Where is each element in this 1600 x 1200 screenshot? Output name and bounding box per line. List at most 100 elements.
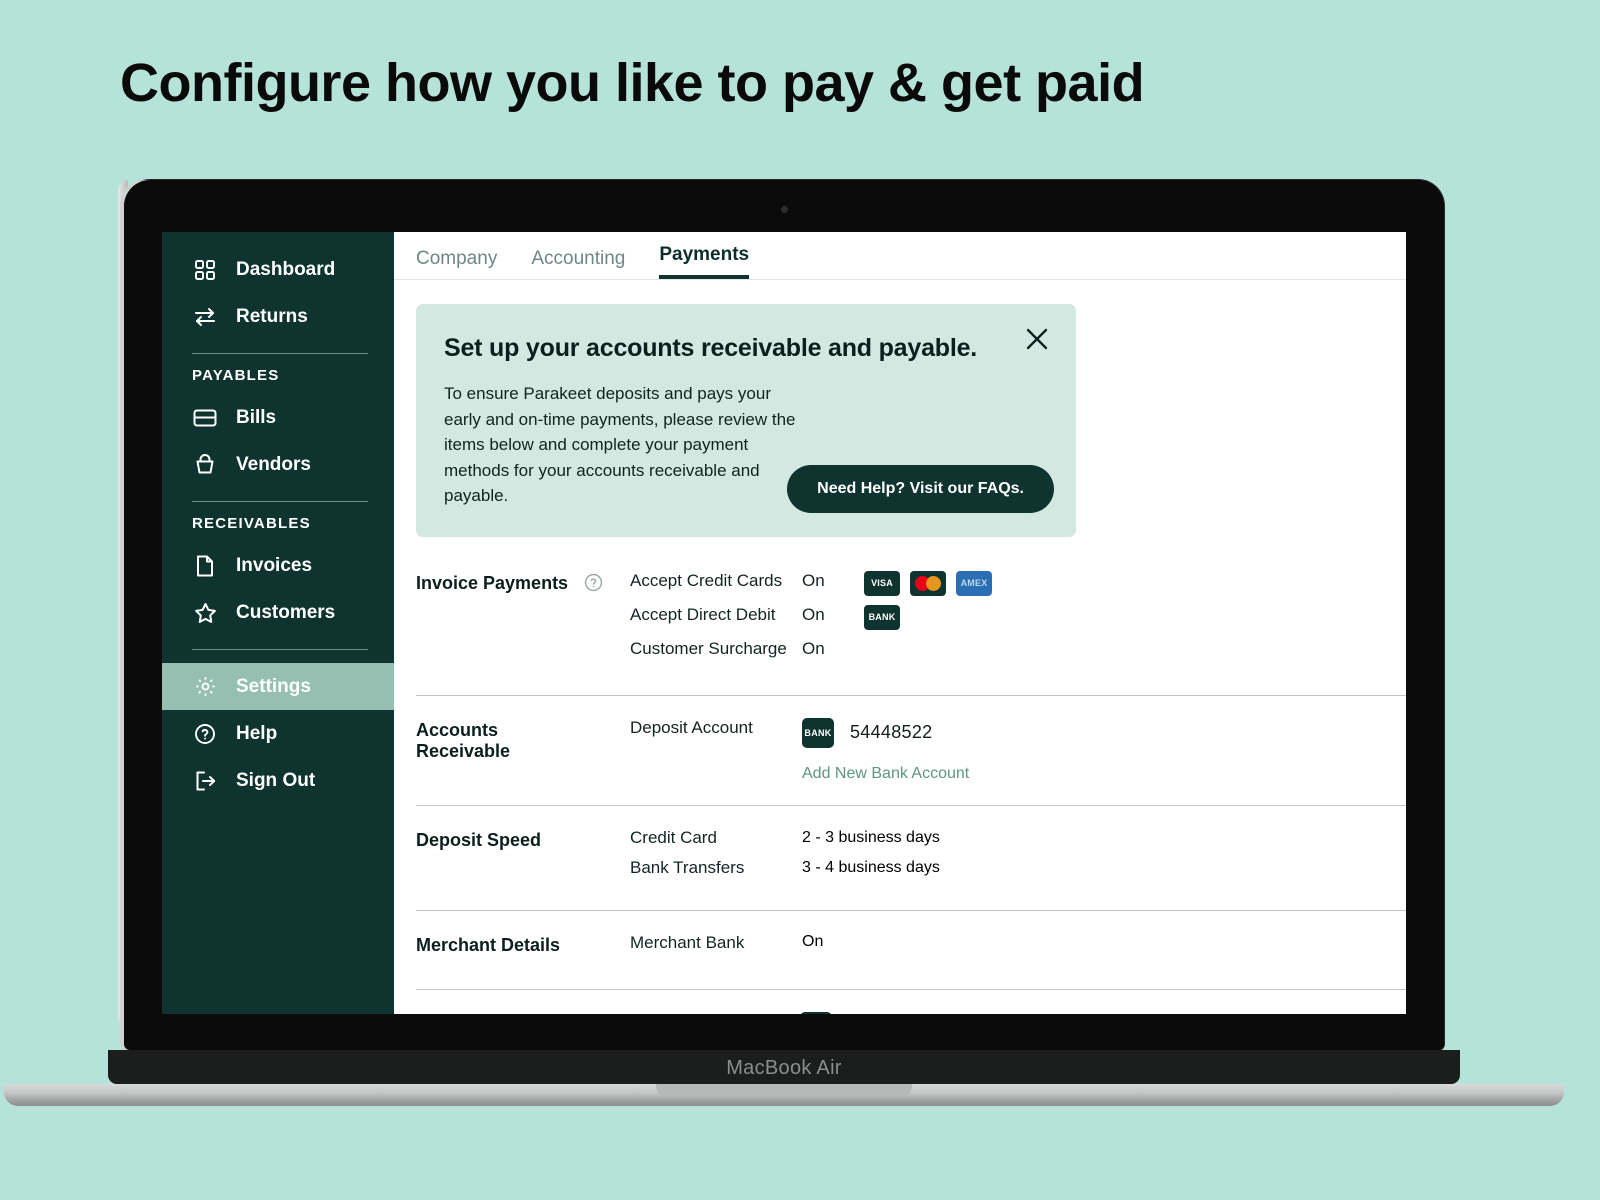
row-merchant-details: Merchant Details Merchant Bank On [416,911,1406,990]
add-new-credit-card-link[interactable]: Add New Credit Card [1126,1014,1301,1015]
tab-company[interactable]: Company [416,248,497,279]
sublabel: Payment Methods [584,1012,754,1015]
sidebar-item-settings[interactable]: Settings [162,663,394,710]
main-content: Company Accounting Payments Set up your … [394,232,1406,1014]
sidebar-item-returns[interactable]: Returns [162,293,394,340]
question-circle-icon[interactable] [754,1012,800,1015]
grid-icon [192,257,218,283]
row-label: Accounts Payable [416,1012,584,1015]
app-screen: Dashboard Returns PAYABLES Bills Vendors… [162,232,1406,1014]
credit-card-badges: VISA AMEX [864,570,1406,605]
sidebar-item-label: Settings [236,675,311,697]
question-circle-icon [192,721,218,747]
bank-icon: BANK [800,1011,832,1014]
list-item[interactable]: BANK Polly Payner ****8888 Monthly Limit… [800,1011,1070,1015]
direct-debit-badges: BANK [864,604,1406,639]
status-value: On [802,638,825,658]
row-sublabels: Credit Card Bank Transfers [630,828,802,888]
sidebar-divider [192,353,368,354]
bank-icon: BANK [802,717,834,748]
row-label: Merchant Details [416,934,561,955]
star-icon [192,600,218,626]
sidebar-item-label: Dashboard [236,258,336,280]
laptop-device: Dashboard Returns PAYABLES Bills Vendors… [4,180,1564,1106]
sublabel: Accept Direct Debit [630,604,776,624]
sidebar-item-vendors[interactable]: Vendors [162,441,394,488]
banner-body: To ensure Parakeet deposits and pays you… [444,384,796,505]
status-value: On [802,604,825,624]
sublabel: Bank Transfers [630,857,745,877]
row-sublabels: Accept Credit Cards Accept Direct Debit … [630,571,802,673]
sidebar-section-receivables: RECEIVABLES [192,515,311,532]
row-deposit-speed: Deposit Speed Credit Card Bank Transfers… [416,806,1406,911]
question-circle-icon[interactable] [584,571,630,597]
visa-icon: VISA [864,570,900,596]
row-sublabels: Merchant Bank [630,933,802,967]
sidebar-item-dashboard[interactable]: Dashboard [162,246,394,293]
add-new-bank-account-link[interactable]: Add New Bank Account [802,765,1406,783]
tab-bar: Company Accounting Payments [394,232,1406,280]
method-name: Polly Payner [846,1012,948,1015]
status-value: On [802,932,824,950]
sidebar-item-label: Returns [236,305,308,327]
close-icon[interactable] [1024,326,1050,352]
payment-settings-list: Invoice Payments Accept Credit Cards Acc… [416,570,1406,1015]
payment-methods-list: BANK Polly Payner ****8888 Monthly Limit… [800,1011,1070,1015]
deposit-account-block: BANK 54448522 Add New Bank Account [802,717,1406,783]
accounts-payable-wrap: BANK Polly Payner ****8888 Monthly Limit… [800,1011,1406,1015]
deposit-account-row: BANK 54448522 [802,717,1406,748]
sublabel: Credit Card [630,827,717,847]
row-invoice-payments: Invoice Payments Accept Credit Cards Acc… [416,570,1406,696]
sidebar-item-help[interactable]: Help [162,710,394,757]
row-sublabels: Deposit Account [630,718,802,752]
row-label: Invoice Payments [416,572,569,593]
sidebar-item-invoices[interactable]: Invoices [162,542,394,589]
help-placeholder [584,828,630,830]
banner-title: Set up your accounts receivable and paya… [444,334,978,362]
sidebar-item-label: Bills [236,406,277,428]
row-values: On On On [802,571,864,673]
row-values: On [802,933,1406,951]
speed-value: 2 - 3 business days [802,828,940,846]
sidebar: Dashboard Returns PAYABLES Bills Vendors… [162,232,394,1014]
sublabel: Merchant Bank [630,932,745,952]
document-icon [192,553,218,579]
sidebar-item-label: Invoices [236,554,313,576]
basket-icon [192,452,218,478]
sublabel: Deposit Account [630,717,753,737]
mastercard-icon [910,570,946,596]
help-placeholder [584,718,630,720]
bank-icon: BANK [864,604,900,630]
sign-out-icon [192,768,218,794]
card-icon [192,405,218,431]
speed-value: 3 - 4 business days [802,858,940,876]
faq-button[interactable]: Need Help? Visit our FAQs. [787,464,1054,513]
sidebar-item-label: Vendors [236,453,311,475]
sidebar-item-bills[interactable]: Bills [162,394,394,441]
gear-icon [192,674,218,700]
laptop-base: MacBook Air [108,1050,1460,1084]
account-number: 54448522 [850,722,933,742]
method-mask: ****8888 [1006,1012,1070,1015]
status-value: On [802,570,825,590]
page-title: Configure how you like to pay & get paid [120,53,1145,113]
surcharge-badges [864,639,1406,673]
sidebar-item-label: Help [236,722,278,744]
row-accounts-receivable: Accounts Receivable Deposit Account BANK… [416,696,1406,806]
tab-payments[interactable]: Payments [659,244,750,279]
accounts-payable-links: Add New Credit Card Add New Bank Account… [1126,1012,1301,1015]
sidebar-divider [192,649,368,650]
sidebar-item-customers[interactable]: Customers [162,589,394,636]
sublabel: Accept Credit Cards [630,570,783,590]
tab-accounting[interactable]: Accounting [531,248,625,279]
device-label: MacBook Air [726,1057,842,1079]
laptop-notch [656,1084,912,1097]
setup-banner: Set up your accounts receivable and paya… [416,304,1076,537]
sidebar-item-sign-out[interactable]: Sign Out [162,757,394,804]
sidebar-item-label: Customers [236,601,336,623]
help-placeholder [584,933,630,935]
sublabel: Customer Surcharge [630,638,787,658]
row-badges: VISA AMEX BANK [864,570,1406,673]
row-sublabels: Payment Methods [584,1012,754,1015]
accounts-payable-body: BANK Polly Payner ****8888 Monthly Limit… [800,1011,1406,1015]
